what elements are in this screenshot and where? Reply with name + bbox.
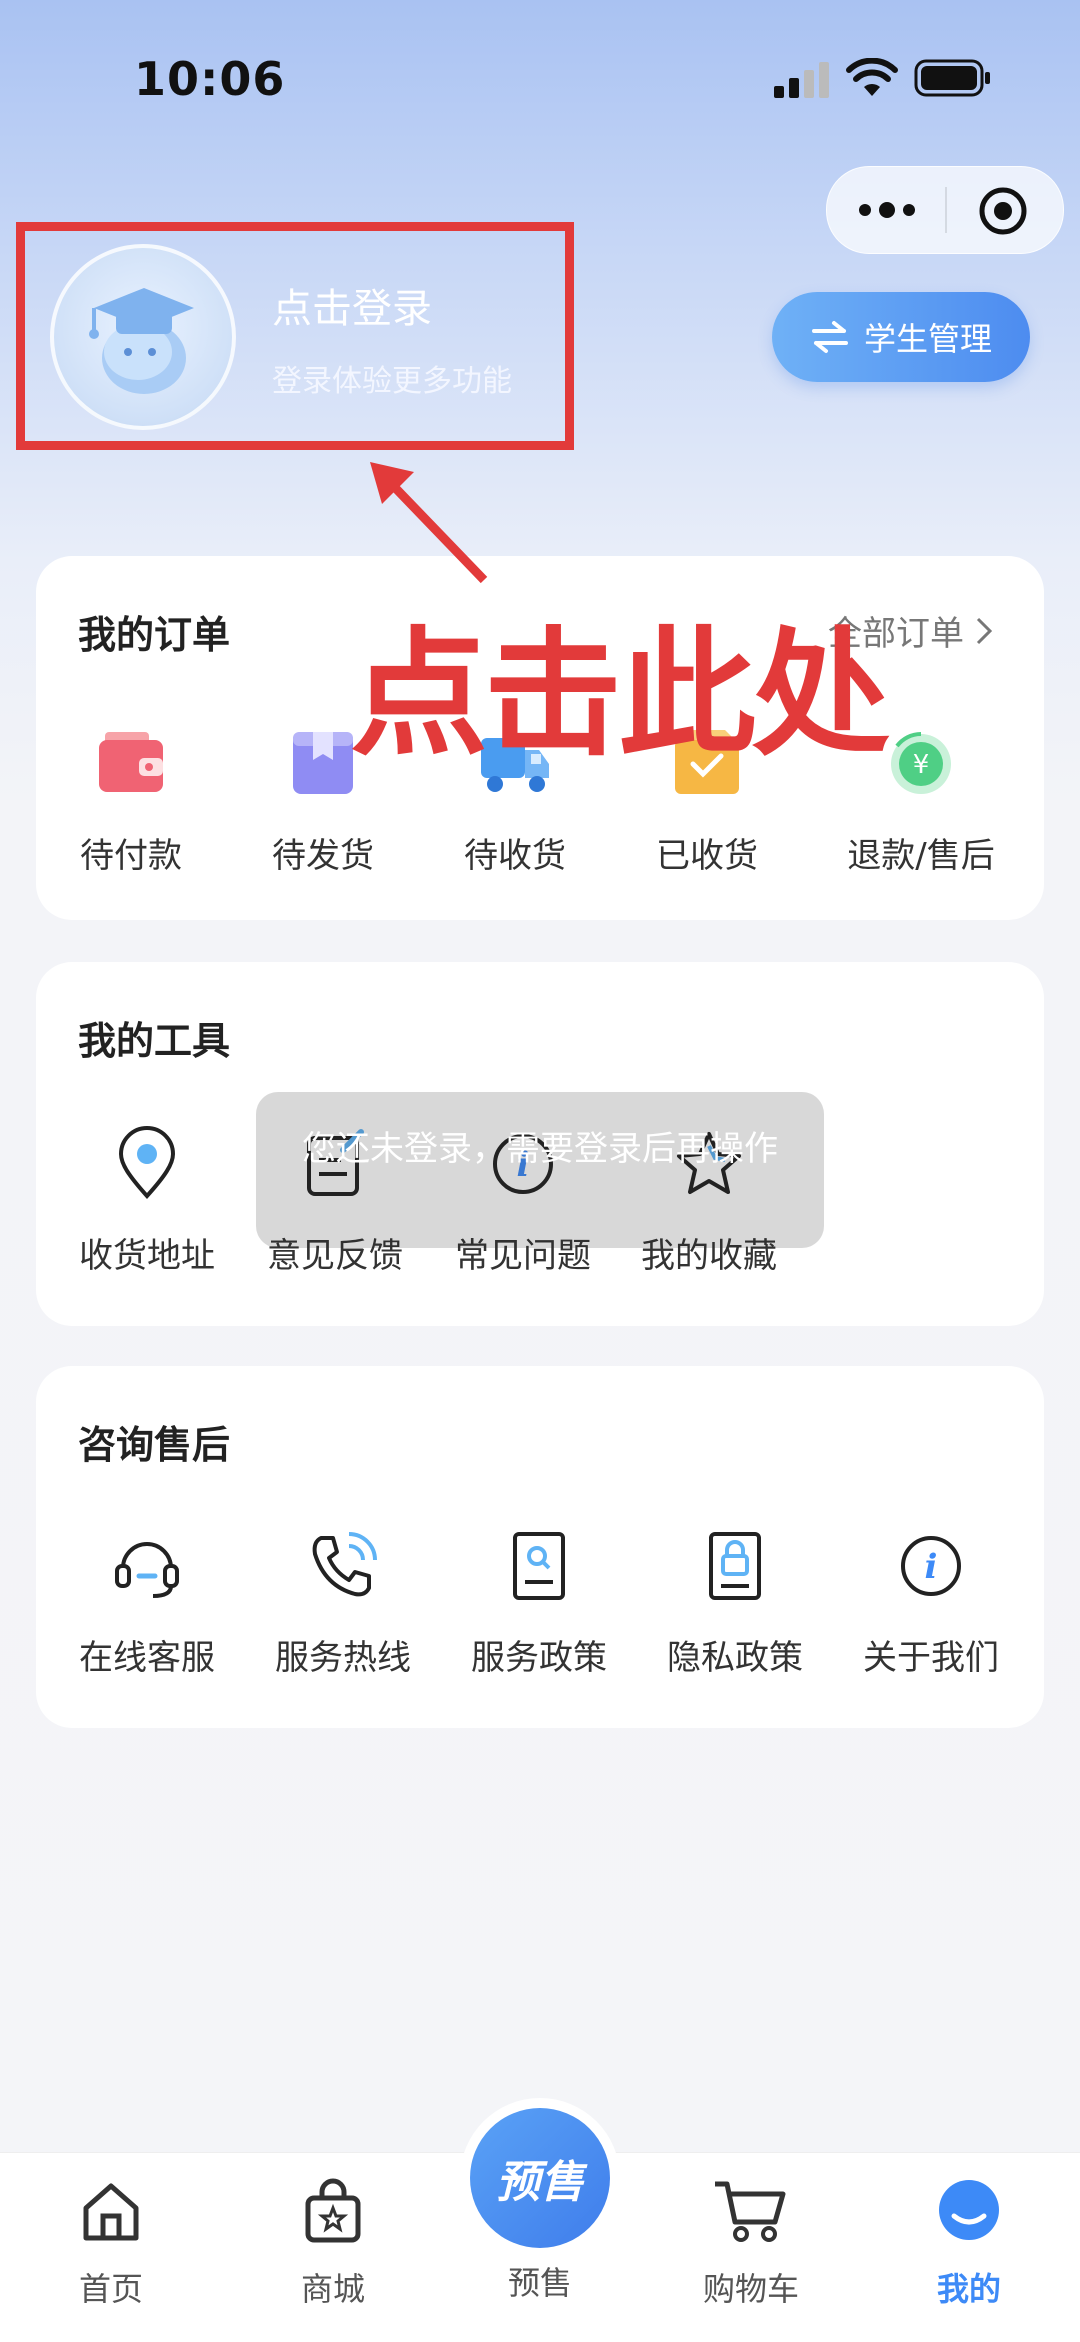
tab-cart[interactable]: 购物车 <box>676 2176 826 2310</box>
service-item-policy[interactable]: 服务政策 <box>444 1528 634 1679</box>
home-icon <box>83 2183 139 2241</box>
service-label: 在线客服 <box>79 1638 215 1678</box>
presale-icon: 预售 <box>470 2108 610 2248</box>
tools-title: 我的工具 <box>78 1019 231 1063</box>
service-item-about[interactable]: i 关于我们 <box>836 1528 1026 1679</box>
service-label: 关于我们 <box>863 1638 999 1678</box>
refund-icon: ¥ <box>891 732 951 794</box>
service-item-hotline[interactable]: 服务热线 <box>248 1528 438 1679</box>
tool-item-address[interactable]: 收货地址 <box>52 1126 242 1277</box>
tab-label: 首页 <box>78 2270 143 2308</box>
headset-icon <box>115 1542 179 1598</box>
annotation-highlight-box <box>16 222 574 450</box>
service-label: 服务热线 <box>275 1638 411 1678</box>
tab-presale[interactable]: 预售 <box>460 2098 620 2258</box>
order-label: 待收货 <box>464 836 566 876</box>
lock-doc-icon <box>709 1532 761 1600</box>
profile-icon <box>939 2180 999 2240</box>
service-item-online-support[interactable]: 在线客服 <box>52 1528 242 1679</box>
tab-label: 我的 <box>936 2270 1001 2308</box>
battery-icon <box>914 59 990 97</box>
service-title: 咨询售后 <box>78 1423 231 1467</box>
chevron-right-icon <box>976 617 993 644</box>
svg-text:¥: ¥ <box>913 750 930 780</box>
close-target-icon[interactable] <box>977 185 1029 237</box>
service-card: 咨询售后 在线客服 服务热线 服务政策 隐私政策 i 关于我们 <box>36 1366 1044 1728</box>
wifi-icon <box>846 58 898 96</box>
signal-icon <box>774 62 829 98</box>
order-label: 已收货 <box>656 836 758 876</box>
annotation-arrow-icon <box>370 462 488 584</box>
order-label: 待发货 <box>272 836 374 876</box>
cart-icon <box>715 2181 786 2242</box>
service-label: 隐私政策 <box>667 1638 803 1678</box>
tab-home[interactable]: 首页 <box>36 2176 186 2310</box>
order-item-pending-payment[interactable]: 待付款 <box>36 726 226 877</box>
location-pin-icon <box>118 1126 176 1199</box>
tab-label: 商城 <box>300 2270 365 2308</box>
status-time: 10:06 <box>134 52 286 106</box>
service-item-privacy[interactable]: 隐私政策 <box>640 1528 830 1679</box>
order-label: 退款/售后 <box>847 836 995 876</box>
phone-icon <box>312 1532 377 1597</box>
tab-shop[interactable]: 商城 <box>258 2176 408 2310</box>
tab-presale-label: 预售 <box>507 2264 572 2302</box>
wallet-icon <box>99 732 163 792</box>
login-required-toast: 您还未登录，需要登录后再操作 <box>256 1092 824 1248</box>
tab-label: 购物车 <box>702 2270 799 2308</box>
annotation-text: 点击此处 <box>350 614 890 775</box>
student-management-label: 学生管理 <box>863 320 992 358</box>
tab-profile[interactable]: 我的 <box>894 2176 1044 2310</box>
more-icon[interactable] <box>857 197 917 223</box>
swap-icon <box>811 321 848 353</box>
student-management-button[interactable]: 学生管理 <box>772 292 1030 382</box>
about-info-icon: i <box>901 1536 961 1596</box>
svg-text:i: i <box>925 1547 938 1587</box>
tool-label: 收货地址 <box>79 1236 215 1276</box>
miniprogram-capsule <box>826 166 1064 254</box>
service-label: 服务政策 <box>471 1638 607 1678</box>
orders-title: 我的订单 <box>78 613 231 657</box>
policy-doc-icon <box>513 1532 565 1600</box>
shop-bag-icon <box>305 2178 361 2243</box>
order-label: 待付款 <box>80 836 182 876</box>
